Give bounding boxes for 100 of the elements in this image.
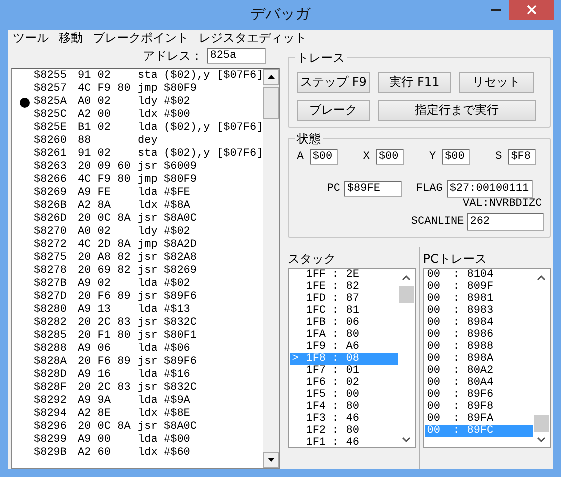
stack-list[interactable]: 1FF : 2E 1FE : 82 1FD : 87 1FC : 81 1FB : 06 1FA : 80 1F9 : A6 > 1F8 : 08 1F7 : 01 1F6 : 02 1F5 : 00 1F4 : 80 1F3 : 46 1F2 : 80 1F1 : 46 [288, 268, 416, 448]
register-field[interactable]: $F8 [508, 149, 536, 165]
opcode-bytes: A9 06 [78, 343, 112, 356]
stack-item[interactable]: 1FD : 87 [290, 293, 398, 305]
close-button[interactable] [509, 0, 554, 20]
stack-item[interactable]: 1F1 : 46 [290, 437, 398, 447]
operand: $8A0C [164, 213, 198, 226]
stack-item[interactable]: 1FE : 82 [290, 281, 398, 293]
scroll-up-button[interactable] [263, 69, 280, 85]
opcode-bytes: 20 2C 83 [78, 317, 132, 330]
mnemonic: dey [138, 135, 159, 148]
mnemonic: lda [138, 343, 159, 356]
operand: ($02),y [164, 122, 212, 135]
mnemonic: lda [138, 304, 159, 317]
register-label: X [363, 151, 370, 163]
stack-item[interactable]: 1F5 : 00 [290, 389, 398, 401]
stack-item[interactable]: 1FB : 06 [290, 317, 398, 329]
pc-trace-item[interactable]: 00 : 898A [425, 353, 534, 365]
pc-trace-item[interactable]: 00 : 809F [425, 281, 534, 293]
mnemonic: lda [138, 278, 159, 291]
instruction-address: $827B [34, 278, 68, 291]
pc-trace-item[interactable]: 00 : 8104 [425, 269, 534, 281]
scroll-thumb[interactable] [263, 87, 280, 119]
stack-item[interactable]: 1F7 : 01 [290, 365, 398, 377]
instruction-address: $8261 [34, 148, 68, 161]
operand: #$02 [164, 278, 192, 291]
opcode-bytes: 20 09 60 [78, 161, 132, 174]
opcode-bytes: 20 F6 89 [78, 356, 132, 369]
address-field[interactable]: 825a [207, 48, 266, 64]
trace-button[interactable]: 実行 F11 [378, 72, 452, 93]
instruction-address: $8255 [34, 70, 68, 83]
trace-button[interactable]: ステップ F9 [297, 72, 370, 93]
trace-button[interactable]: リセット [459, 72, 534, 93]
pc-trace-item[interactable]: 00 : 8986 [425, 329, 534, 341]
mnemonic: ldx [138, 109, 159, 122]
operand: $8269 [164, 265, 198, 278]
mnemonic: lda [138, 434, 159, 447]
mnemonic: sta [138, 148, 159, 161]
operand: #$00 [164, 434, 192, 447]
stack-item[interactable]: 1F9 : A6 [290, 341, 398, 353]
stack-item[interactable]: 1F4 : 80 [290, 401, 398, 413]
scroll-thumb[interactable] [399, 286, 414, 303]
trace-button[interactable]: ブレーク [297, 100, 370, 121]
opcode-bytes: 20 69 82 [78, 265, 132, 278]
instruction-address: $8269 [34, 187, 68, 200]
register-field[interactable]: $00 [442, 149, 470, 165]
pc-trace-item[interactable]: 00 : 89F8 [425, 401, 534, 413]
mnemonic: jmp [138, 174, 159, 187]
opcode-bytes: B1 02 [78, 122, 112, 135]
opcode-bytes: A0 02 [78, 226, 112, 239]
stack-item[interactable]: 1F3 : 46 [290, 413, 398, 425]
instruction-address: $8275 [34, 252, 68, 265]
stack-item[interactable]: 1F2 : 80 [290, 425, 398, 437]
mnemonic: jsr [138, 213, 159, 226]
pc-trace-item[interactable]: 00 : 8988 [425, 341, 534, 353]
register-label: FLAG [416, 183, 443, 195]
instruction-address: $8266 [34, 174, 68, 187]
pc-trace-item[interactable]: 00 : 8984 [425, 317, 534, 329]
pc-trace-item[interactable]: 00 : 80A4 [425, 377, 534, 389]
stack-item[interactable]: 1FA : 80 [290, 329, 398, 341]
disassembly-list[interactable] [11, 68, 280, 469]
flag-field[interactable]: $27:00100111 [446, 180, 533, 198]
opcode-bytes: A9 16 [78, 369, 112, 382]
minimize-icon [490, 9, 500, 11]
mnemonic: ldx [138, 200, 159, 213]
pc-trace-item[interactable]: 00 : 8981 [425, 293, 534, 305]
pc-trace-item[interactable]: 00 : 8983 [425, 305, 534, 317]
instruction-address: $825E [34, 122, 68, 135]
opcode-bytes: 20 0C 8A [78, 213, 132, 226]
opcode-bytes: 20 F6 89 [78, 291, 132, 304]
menu-item[interactable]: ブレークポイント [90, 30, 196, 46]
stack-item[interactable]: 1FC : 81 [290, 305, 398, 317]
pc-trace-item[interactable]: 00 : 89F6 [425, 389, 534, 401]
register-field[interactable]: $00 [376, 149, 404, 165]
register-field[interactable]: $00 [310, 149, 338, 165]
opcode-bytes: A2 00 [78, 109, 112, 122]
opcode-bytes: 4C 2D 8A [78, 239, 132, 252]
operand: #$00 [164, 109, 192, 122]
pc-trace-list[interactable]: 00 : 8104 00 : 809F 00 : 8981 00 : 8983 00 : 8984 00 : 8986 00 : 8988 00 : 898A 00 : 80A2 00 : 80A4 00 : 89F6 00 : 89F8 00 : 89FA 00 : 89FC [423, 268, 552, 448]
scanline-field[interactable]: 262 [467, 213, 544, 231]
scroll-down-button[interactable] [263, 452, 280, 468]
trace-button[interactable]: 指定行まで実行 [378, 100, 536, 121]
pc-trace-item[interactable]: 00 : 80A2 [425, 365, 534, 377]
pc-field[interactable]: $89FE [344, 181, 402, 197]
menu-item[interactable]: 移動 [56, 30, 90, 46]
opcode-bytes: 20 A8 82 [78, 252, 132, 265]
scroll-thumb[interactable] [534, 415, 550, 432]
menu-item[interactable]: レジスタエディット [196, 30, 314, 46]
up-arrow-icon [268, 75, 275, 79]
menu-item[interactable]: ツール [10, 30, 56, 46]
operand: ($02),y [164, 148, 212, 161]
stack-item[interactable]: 1F6 : 02 [290, 377, 398, 389]
mnemonic: jsr [138, 291, 159, 304]
opcode-bytes: 20 2C 83 [78, 382, 132, 395]
instruction-address: $828D [34, 369, 68, 382]
operand: $832C [164, 382, 198, 395]
scrollbar[interactable] [263, 69, 280, 468]
stack-item[interactable]: 1FF : 2E [290, 269, 398, 281]
mnemonic: jsr [138, 356, 159, 369]
pc-trace-item[interactable]: 00 : 89FA [425, 413, 534, 425]
